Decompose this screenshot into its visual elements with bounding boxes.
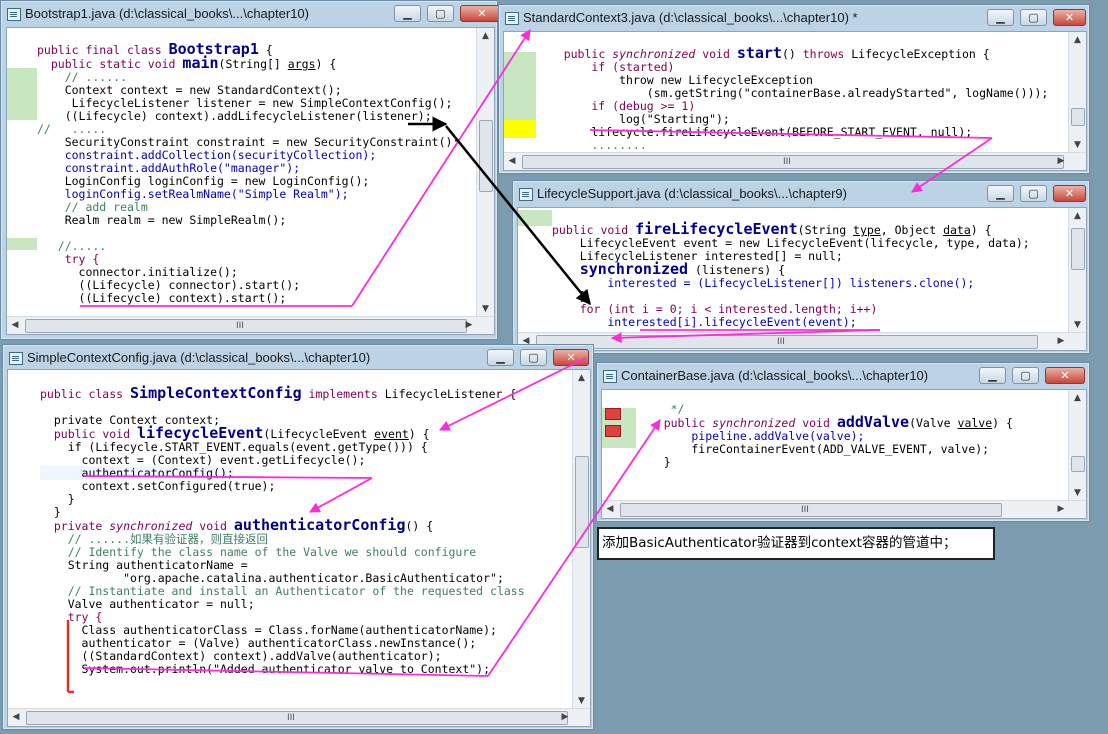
arrow-path: [610, 329, 881, 344]
arrow-path: [439, 357, 587, 431]
arrow-path: [487, 419, 661, 677]
underline-mark: [83, 667, 489, 677]
underline-mark: [589, 129, 993, 139]
underline-mark: [83, 475, 373, 479]
arrow-path: [309, 477, 373, 513]
arrow-path: [911, 137, 993, 193]
annotation-arrows: [66, 29, 993, 694]
black-arrow: [445, 125, 591, 306]
arrow-path: [351, 29, 531, 307]
